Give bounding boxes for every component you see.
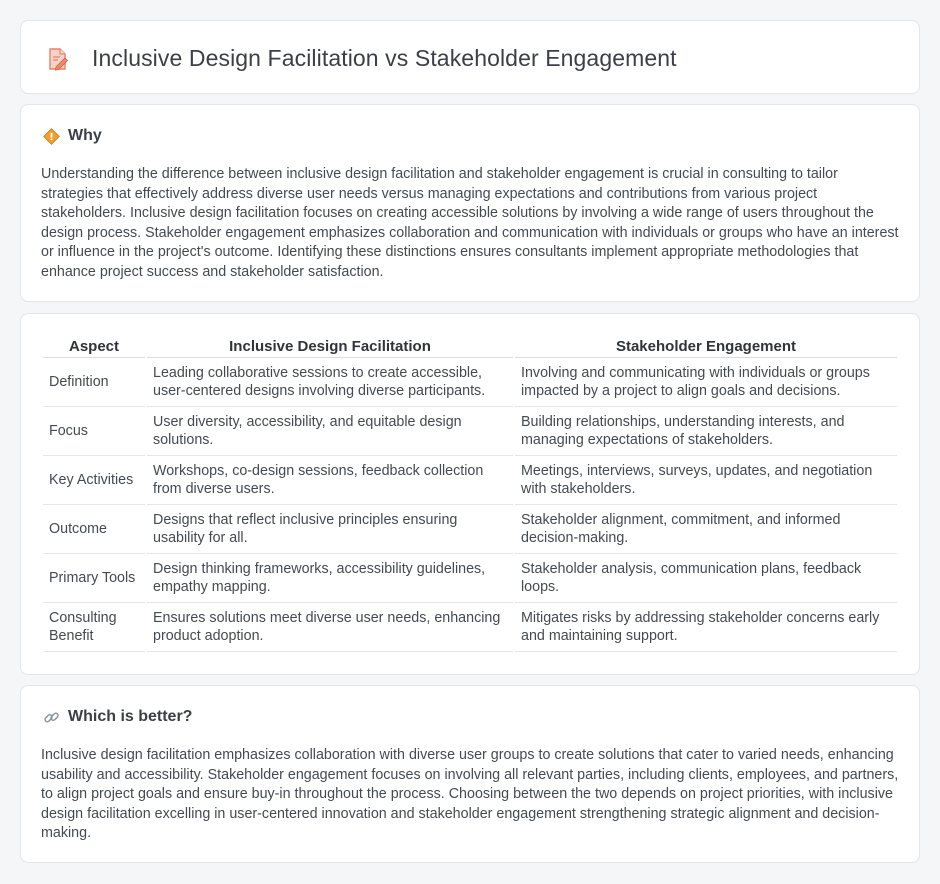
table-row: Focus User diversity, accessibility, and… bbox=[43, 407, 897, 456]
which-better-section: Which is better? Inclusive design facili… bbox=[20, 685, 920, 863]
row-idf: Leading collaborative sessions to create… bbox=[147, 358, 513, 407]
comparison-section: Aspect Inclusive Design Facilitation Sta… bbox=[20, 313, 920, 675]
row-aspect: Definition bbox=[43, 358, 145, 407]
better-body: Inclusive design facilitation emphasizes… bbox=[41, 747, 899, 842]
better-heading: Which is better? bbox=[43, 708, 192, 726]
row-idf: User diversity, accessibility, and equit… bbox=[147, 407, 513, 456]
row-idf: Design thinking frameworks, accessibilit… bbox=[147, 554, 513, 603]
why-heading: Why bbox=[43, 127, 102, 145]
column-header-aspect: Aspect bbox=[43, 336, 145, 358]
row-se: Stakeholder analysis, communication plan… bbox=[515, 554, 897, 603]
row-se: Building relationships, understanding in… bbox=[515, 407, 897, 456]
column-header-idf: Inclusive Design Facilitation bbox=[147, 336, 513, 358]
header-card: Inclusive Design Facilitation vs Stakeho… bbox=[20, 20, 920, 94]
row-idf: Designs that reflect inclusive principle… bbox=[147, 505, 513, 554]
diamond-sign-icon bbox=[43, 127, 60, 145]
row-idf: Workshops, co-design sessions, feedback … bbox=[147, 456, 513, 505]
row-se: Meetings, interviews, surveys, updates, … bbox=[515, 456, 897, 505]
row-aspect: Focus bbox=[43, 407, 145, 456]
row-aspect: Primary Tools bbox=[43, 554, 145, 603]
row-se: Involving and communicating with individ… bbox=[515, 358, 897, 407]
row-aspect: Consulting Benefit bbox=[43, 603, 145, 652]
table-header-row: Aspect Inclusive Design Facilitation Sta… bbox=[43, 336, 897, 358]
link-icon bbox=[44, 711, 59, 722]
why-body: Understanding the difference between inc… bbox=[41, 166, 899, 280]
row-aspect: Outcome bbox=[43, 505, 145, 554]
table-row: Key Activities Workshops, co-design sess… bbox=[43, 456, 897, 505]
page-title: Inclusive Design Facilitation vs Stakeho… bbox=[92, 45, 677, 71]
why-section: Why Understanding the difference between… bbox=[20, 104, 920, 302]
why-title: Why bbox=[68, 127, 102, 144]
row-aspect: Key Activities bbox=[43, 456, 145, 505]
comparison-table: Aspect Inclusive Design Facilitation Sta… bbox=[41, 336, 899, 652]
better-title: Which is better? bbox=[68, 708, 193, 725]
table-row: Consulting Benefit Ensures solutions mee… bbox=[43, 603, 897, 652]
document-edit-icon bbox=[49, 48, 69, 71]
table-row: Primary Tools Design thinking frameworks… bbox=[43, 554, 897, 603]
table-row: Outcome Designs that reflect inclusive p… bbox=[43, 505, 897, 554]
row-se: Mitigates risks by addressing stakeholde… bbox=[515, 603, 897, 652]
table-row: Definition Leading collaborative session… bbox=[43, 358, 897, 407]
row-idf: Ensures solutions meet diverse user need… bbox=[147, 603, 513, 652]
row-se: Stakeholder alignment, commitment, and i… bbox=[515, 505, 897, 554]
column-header-se: Stakeholder Engagement bbox=[515, 336, 897, 358]
